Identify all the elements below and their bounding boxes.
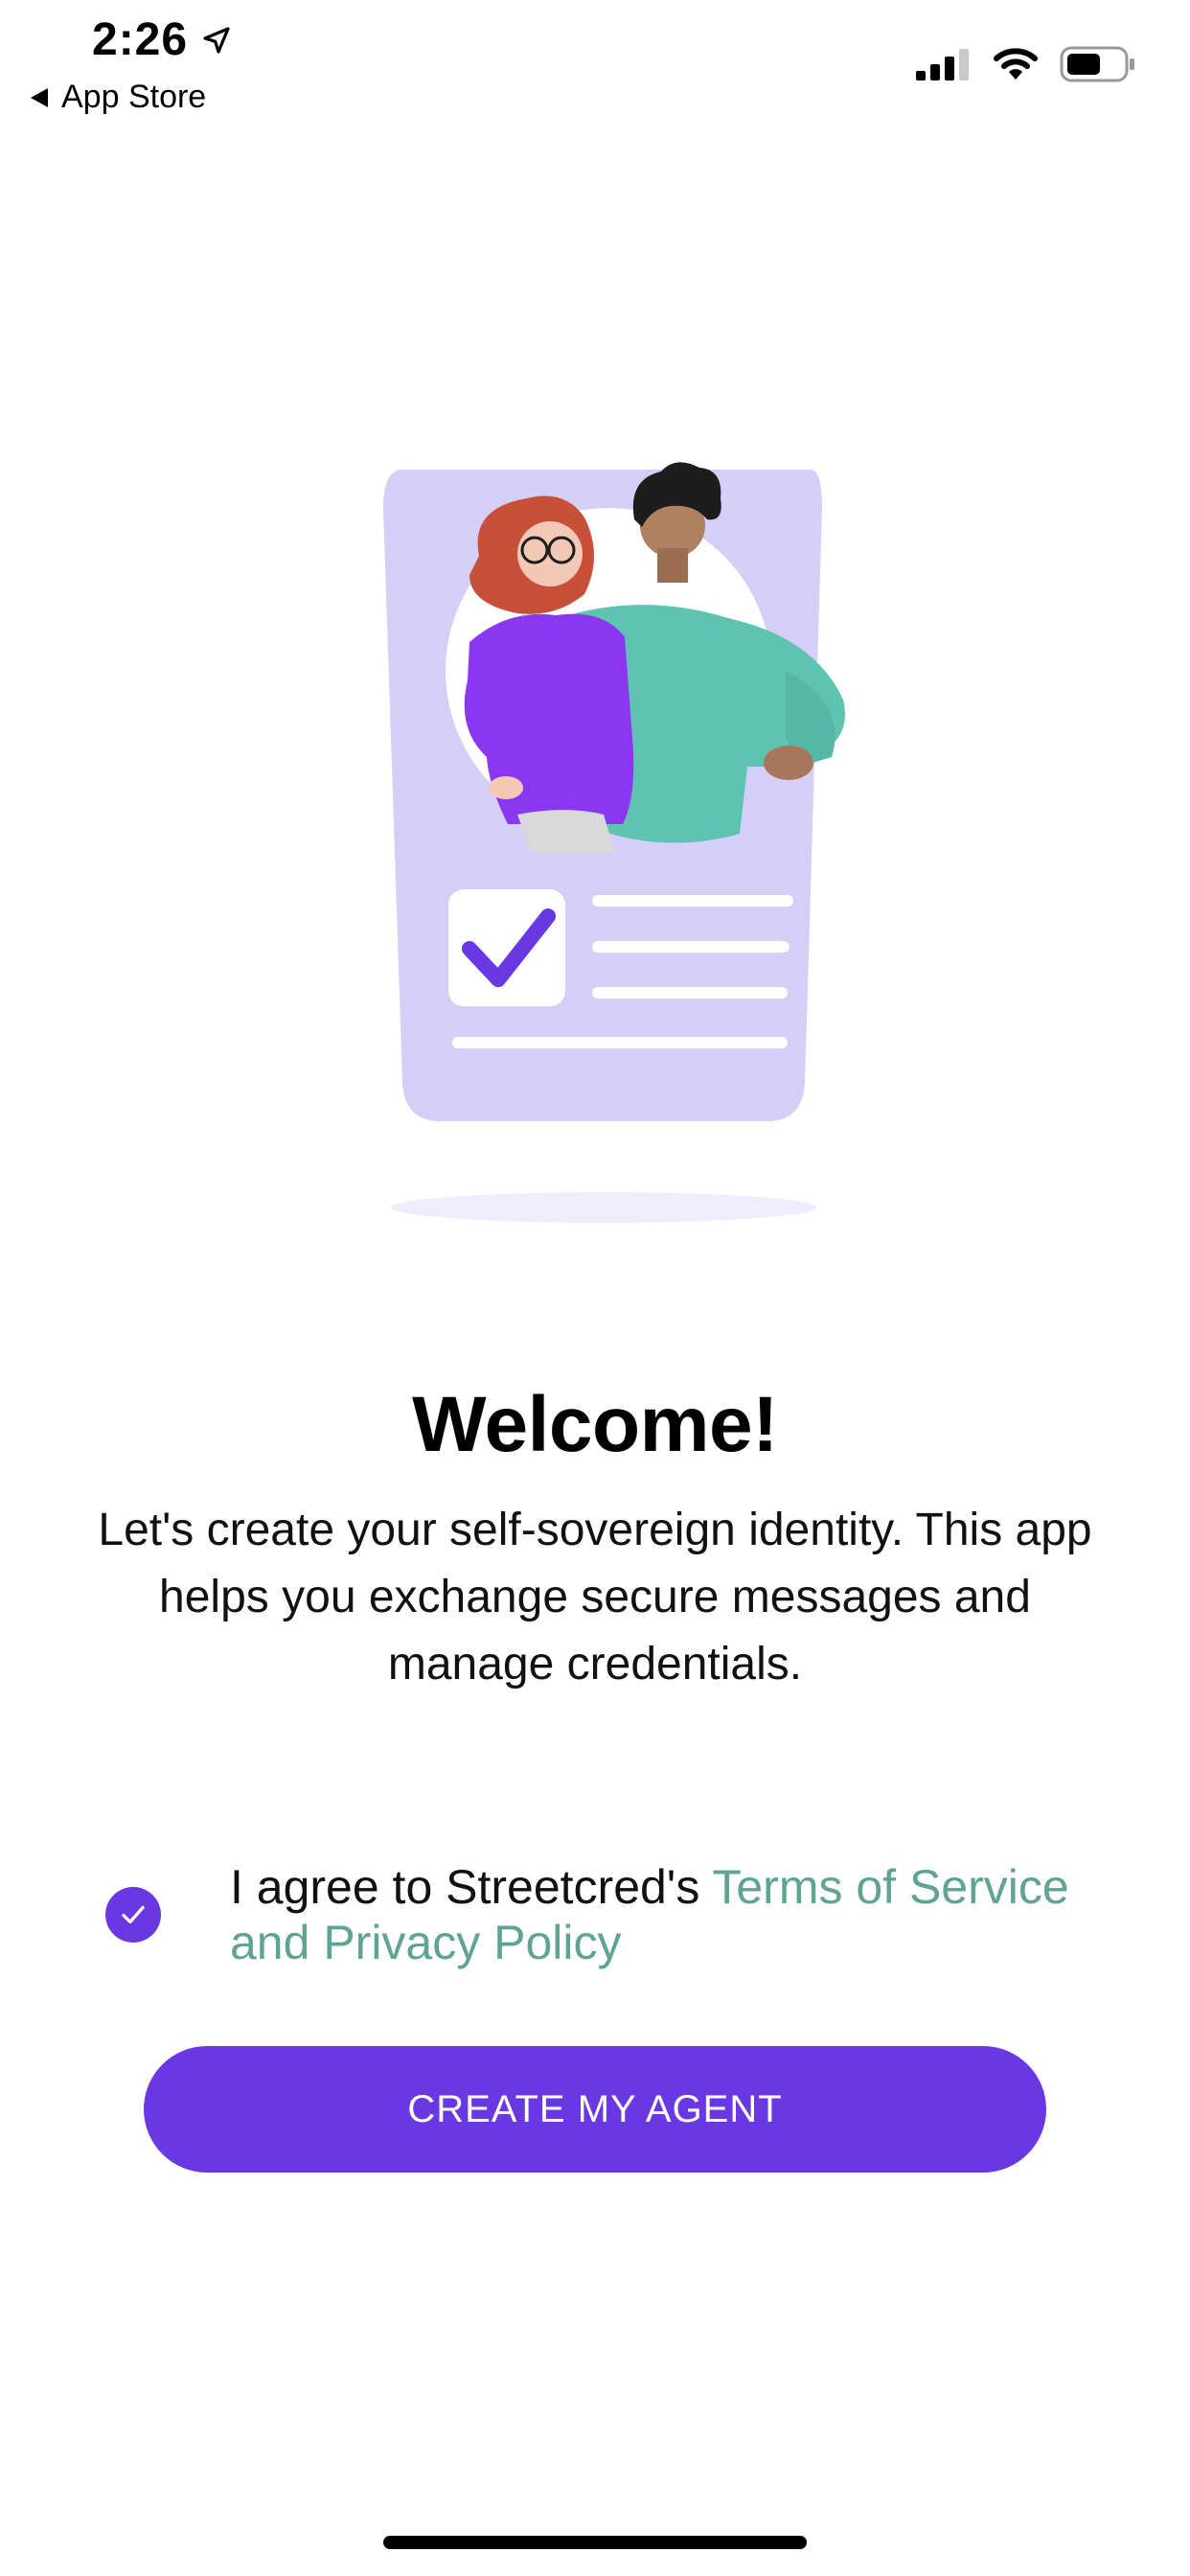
terms-agreement-row: I agree to Streetcred's Terms of Service…: [105, 1859, 1121, 1970]
agree-prefix: I agree to Streetcred's: [230, 1860, 713, 1914]
back-app-label: App Store: [61, 79, 207, 115]
illustration-shadow: [391, 1192, 816, 1223]
cellular-signal-icon: [916, 49, 969, 80]
status-indicators: [916, 46, 1136, 82]
card-line-1: [592, 895, 793, 907]
status-time: 2:26: [92, 13, 232, 66]
man-hand: [764, 746, 813, 780]
agree-checkbox[interactable]: [105, 1887, 161, 1943]
welcome-illustration: [383, 462, 845, 1223]
welcome-title: Welcome!: [412, 1381, 778, 1468]
welcome-description: Let's create your self-sovereign identit…: [98, 1505, 1092, 1690]
card-line-3: [592, 987, 788, 999]
status-time-text: 2:26: [92, 14, 189, 65]
back-triangle-icon: [31, 87, 48, 107]
battery-icon: [1060, 46, 1134, 82]
card-line-2: [592, 941, 790, 953]
card-line-4: [452, 1037, 788, 1048]
create-agent-button[interactable]: CREATE MY AGENT: [144, 2046, 1046, 2173]
create-agent-label: CREATE MY AGENT: [407, 2087, 783, 2130]
wifi-icon: [994, 48, 1038, 80]
back-to-app-store[interactable]: App Store: [29, 79, 206, 116]
check-icon: [122, 1905, 145, 1924]
woman-hand: [489, 776, 523, 799]
agree-text: I agree to Streetcred's Terms of Service…: [230, 1859, 1121, 1970]
home-indicator[interactable]: [383, 2536, 807, 2549]
woman-pants: [517, 810, 615, 853]
man-neck: [657, 548, 688, 583]
location-arrow-icon: [203, 26, 230, 54]
